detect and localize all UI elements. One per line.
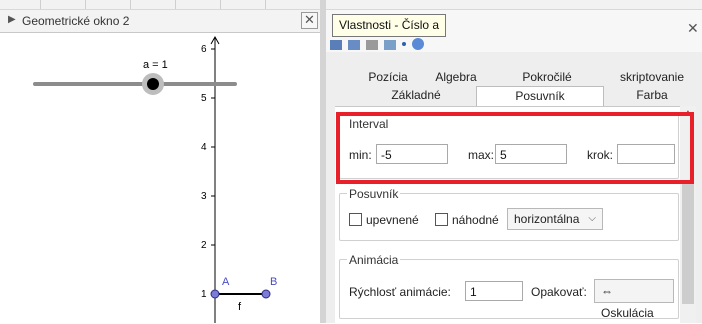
tab-color[interactable]: Farba <box>602 86 702 105</box>
algebra-icon[interactable] <box>330 40 342 50</box>
tab-advanced[interactable]: Pokročilé <box>492 68 602 86</box>
tabs-row-2: Základné Posuvník Farba <box>326 86 702 108</box>
settings-gear-icon[interactable] <box>412 38 424 50</box>
tick-label-3: 3 <box>201 191 207 202</box>
close-icon[interactable]: ✕ <box>301 12 318 29</box>
slider-knob[interactable] <box>147 78 159 90</box>
chevron-down-icon: ⌵ <box>588 213 596 224</box>
orientation-select-value: horizontálna <box>514 212 580 226</box>
point-b[interactable] <box>261 289 271 299</box>
tick-label-2: 2 <box>201 240 207 251</box>
cas-icon[interactable] <box>384 40 396 50</box>
collapse-triangle-icon[interactable]: ▶ <box>8 14 16 25</box>
animation-title: Animácia <box>347 253 401 267</box>
tick-label-4: 4 <box>201 142 207 153</box>
fixed-label: upevnené <box>366 213 419 227</box>
properties-titlebar: Vlastnosti - Číslo a ✕ <box>326 0 702 52</box>
slider-options-title: Posuvník <box>347 187 401 201</box>
repeat-label: Opakovať: <box>531 285 587 299</box>
slider-label: a = 1 <box>143 59 168 71</box>
random-checkbox[interactable] <box>435 213 448 226</box>
random-label: náhodné <box>452 213 499 227</box>
segment-f-label: f <box>238 301 242 313</box>
graphics-view-titlebar[interactable]: ▶ Geometrické okno 2 ✕ <box>0 10 320 33</box>
graphics-view-title: Geometrické okno 2 <box>22 14 130 28</box>
properties-top-strip <box>326 0 702 10</box>
tab-basic[interactable]: Základné <box>356 86 476 105</box>
close-icon[interactable]: ✕ <box>687 20 699 37</box>
tick-label-6: 6 <box>201 44 207 55</box>
point-icon[interactable] <box>402 42 406 46</box>
toolbar-strip <box>0 0 320 10</box>
point-a-label: A <box>222 276 230 288</box>
point-a[interactable] <box>210 289 220 299</box>
orientation-select[interactable]: horizontálna ⌵ <box>507 208 603 230</box>
repeat-select[interactable]: ⇔ Oskulácia <box>594 279 674 320</box>
scrollbar-thumb[interactable] <box>682 184 694 304</box>
tabs-row-1: Pozícia Algebra Pokročilé skriptovanie <box>326 68 702 86</box>
tab-slider[interactable]: Posuvník <box>476 86 604 108</box>
graphics-view-2: ▶ Geometrické okno 2 ✕ 6 5 4 3 2 1 a = 1 <box>0 0 320 323</box>
speed-label: Rýchlosť animácie: <box>349 285 451 299</box>
tick-label-1: 1 <box>201 289 207 300</box>
point-b-label: B <box>270 276 277 288</box>
fixed-checkbox[interactable] <box>349 213 362 226</box>
speed-input[interactable]: 1 <box>465 281 523 301</box>
table-icon[interactable] <box>366 40 378 50</box>
interval-highlight-frame <box>336 112 694 184</box>
graphics-icon[interactable] <box>348 40 360 50</box>
tick-label-5: 5 <box>201 93 207 104</box>
tab-position[interactable]: Pozícia <box>356 68 420 86</box>
graphics-canvas[interactable]: 6 5 4 3 2 1 a = 1 A B f <box>0 33 320 323</box>
properties-tooltip: Vlastnosti - Číslo a <box>332 14 447 37</box>
tab-scripting[interactable]: skriptovanie <box>602 68 702 86</box>
tab-algebra[interactable]: Algebra <box>420 68 492 86</box>
